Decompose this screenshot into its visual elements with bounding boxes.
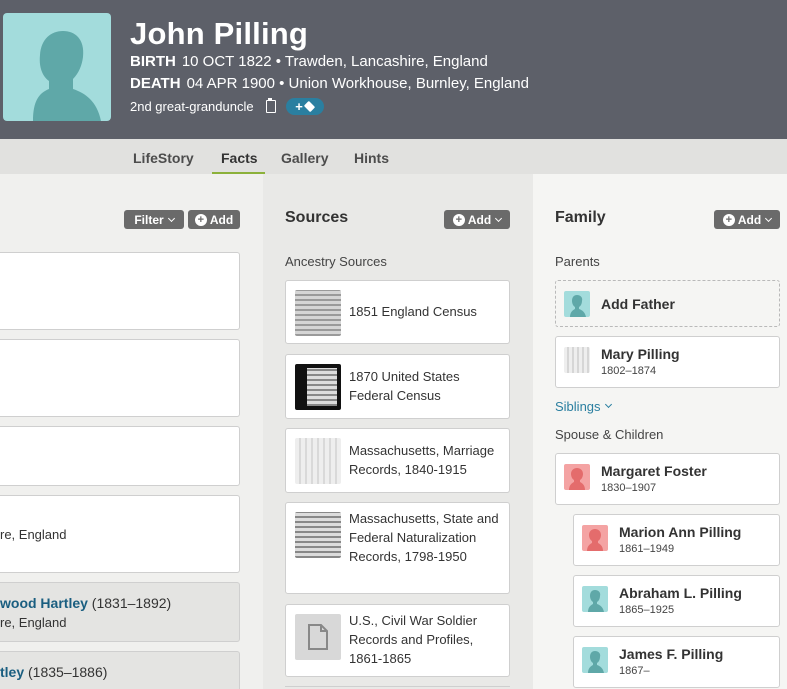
- fact-card[interactable]: [0, 252, 240, 330]
- profile-header: John Pilling BIRTH 10 OCT 1822 • Trawden,…: [0, 0, 787, 139]
- child-dates: 1865–1925: [619, 604, 675, 616]
- source-thumbnail: [295, 364, 341, 410]
- person-silhouette-icon: [33, 31, 101, 121]
- chevron-down-icon: [167, 214, 175, 222]
- family-title: Family: [555, 209, 606, 226]
- child-card[interactable]: Marion Ann Pilling 1861–1949: [573, 514, 780, 566]
- death-value: 04 APR 1900 • Union Workhouse, Burnley, …: [186, 75, 529, 92]
- source-card[interactable]: U.S., Civil War Soldier Records and Prof…: [285, 604, 510, 677]
- child-name: Marion Ann Pilling: [619, 524, 742, 540]
- child-card[interactable]: Abraham L. Pilling 1865–1925: [573, 575, 780, 627]
- source-title: U.S., Civil War Soldier Records and Prof…: [349, 613, 478, 666]
- parents-label: Parents: [555, 254, 600, 269]
- fact-card-spouse[interactable]: tley (1835–1886): [0, 651, 240, 689]
- fact-card[interactable]: [0, 426, 240, 486]
- fact-card[interactable]: [0, 339, 240, 417]
- birth-label: BIRTH: [130, 53, 176, 70]
- add-source-label: Add: [467, 212, 492, 227]
- source-title: 1851 England Census: [349, 304, 477, 319]
- add-family-label: Add: [737, 212, 762, 227]
- fact-place: re, England: [0, 615, 67, 630]
- relationship-row: 2nd great-granduncle +: [130, 98, 324, 115]
- source-card[interactable]: 1870 United States Federal Census: [285, 354, 510, 419]
- person-photo: [564, 347, 590, 373]
- document-icon: [295, 614, 341, 660]
- fact-place: re, England: [0, 527, 67, 542]
- child-name: James F. Pilling: [619, 646, 724, 662]
- add-father-label: Add Father: [601, 296, 675, 312]
- relationship-text: 2nd great-granduncle: [130, 99, 254, 114]
- plus-icon: +: [194, 213, 207, 226]
- add-father-card[interactable]: Add Father: [555, 280, 780, 327]
- death-fact: DEATH 04 APR 1900 • Union Workhouse, Burn…: [130, 75, 529, 92]
- fact-person: tley (1835–1886): [0, 664, 107, 680]
- child-dates: 1867–: [619, 665, 650, 677]
- plus-text: +: [295, 99, 303, 114]
- person-years: (1831–1892): [87, 595, 172, 611]
- child-card[interactable]: James F. Pilling 1867–: [573, 636, 780, 688]
- source-thumbnail: [295, 512, 341, 558]
- source-card[interactable]: 1851 England Census: [285, 280, 510, 344]
- source-title: 1870 United States Federal Census: [349, 369, 460, 403]
- tab-lifestory[interactable]: LifeStory: [133, 150, 194, 166]
- profile-avatar[interactable]: [3, 13, 111, 121]
- child-name: Abraham L. Pilling: [619, 585, 742, 601]
- tag-icon: [303, 100, 316, 113]
- add-fact-button[interactable]: + Add: [188, 210, 240, 229]
- source-thumbnail: [295, 290, 341, 336]
- person-link[interactable]: tley: [0, 664, 24, 680]
- spouse-name: Margaret Foster: [601, 463, 707, 479]
- plus-icon: +: [722, 213, 735, 226]
- person-silhouette-icon: [582, 647, 608, 673]
- fact-card-spouse[interactable]: wood Hartley (1831–1892) re, England: [0, 582, 240, 642]
- sources-column: Sources + Add Ancestry Sources 1851 Engla…: [263, 174, 533, 689]
- person-silhouette-icon: [564, 464, 590, 490]
- ancestry-sources-label: Ancestry Sources: [285, 254, 387, 269]
- sources-title: Sources: [285, 209, 349, 226]
- family-column: Family + Add Parents Add Father Mary Pill…: [533, 174, 787, 689]
- source-title: Massachusetts, State and Federal Natural…: [349, 511, 499, 564]
- tab-gallery[interactable]: Gallery: [281, 150, 328, 166]
- person-name: John Pilling: [130, 16, 309, 51]
- person-years: (1835–1886): [24, 664, 108, 680]
- person-silhouette-icon: [564, 291, 590, 317]
- siblings-label: Siblings: [555, 399, 601, 414]
- mother-name: Mary Pilling: [601, 346, 680, 362]
- birth-value: 10 OCT 1822 • Trawden, Lancashire, Engla…: [181, 53, 488, 70]
- fact-person: wood Hartley (1831–1892): [0, 595, 171, 611]
- filter-label: Filter: [134, 212, 164, 227]
- mother-dates: 1802–1874: [601, 365, 657, 377]
- source-title: Massachusetts, Marriage Records, 1840-19…: [349, 443, 495, 477]
- person-silhouette-icon: [582, 586, 608, 612]
- chevron-down-icon: [604, 400, 612, 409]
- death-label: DEATH: [130, 75, 181, 92]
- siblings-toggle[interactable]: Siblings: [555, 399, 612, 414]
- chevron-down-icon: [765, 214, 773, 222]
- profile-tabs: LifeStory Facts Gallery Hints: [0, 139, 787, 174]
- tab-hints[interactable]: Hints: [354, 150, 389, 166]
- add-fact-label: Add: [209, 212, 234, 227]
- mother-card[interactable]: Mary Pilling 1802–1874: [555, 336, 780, 388]
- clipboard-icon[interactable]: [265, 98, 276, 113]
- add-family-button[interactable]: + Add: [714, 210, 780, 229]
- add-tag-button[interactable]: +: [285, 98, 324, 115]
- spouse-children-label: Spouse & Children: [555, 427, 664, 442]
- plus-icon: +: [452, 213, 465, 226]
- person-silhouette-icon: [582, 525, 608, 551]
- filter-button[interactable]: Filter: [124, 210, 184, 229]
- chevron-down-icon: [495, 214, 503, 222]
- source-card[interactable]: Massachusetts, Marriage Records, 1840-19…: [285, 428, 510, 493]
- source-card[interactable]: Massachusetts, State and Federal Natural…: [285, 502, 510, 594]
- person-link[interactable]: wood Hartley: [0, 595, 88, 611]
- fact-card[interactable]: re, England: [0, 495, 240, 573]
- birth-fact: BIRTH 10 OCT 1822 • Trawden, Lancashire, …: [130, 53, 488, 70]
- spouse-card[interactable]: Margaret Foster 1830–1907: [555, 453, 780, 505]
- tab-facts[interactable]: Facts: [221, 150, 258, 166]
- facts-column: Filter + Add re, England wood Hartley (18…: [0, 174, 263, 689]
- child-dates: 1861–1949: [619, 543, 675, 555]
- spouse-dates: 1830–1907: [601, 482, 657, 494]
- add-source-button[interactable]: + Add: [444, 210, 510, 229]
- source-thumbnail: [295, 438, 341, 484]
